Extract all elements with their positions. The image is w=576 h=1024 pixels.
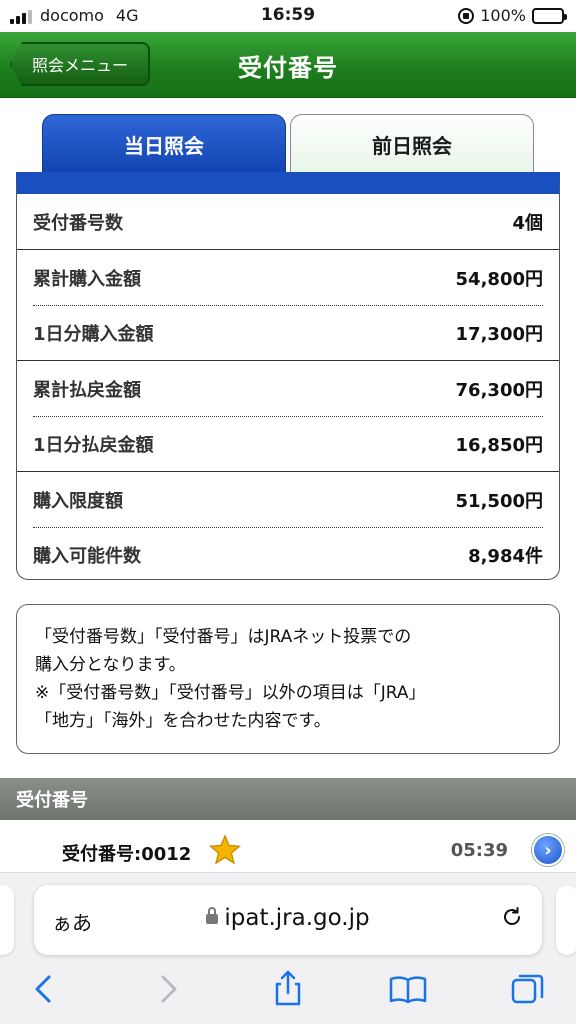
browser-bottom-bar: ぁあ ipat.jra.go.jp (0, 872, 576, 1024)
notice-box: 「受付番号数」「受付番号」はJRAネット投票での 購入分となります。 ※「受付番… (16, 604, 560, 754)
row-value: 51,500円 (455, 490, 543, 512)
address-bar[interactable]: ぁあ ipat.jra.go.jp (34, 885, 542, 955)
previous-tab-card[interactable] (0, 885, 14, 955)
orientation-lock-icon (458, 7, 475, 24)
notice-line: 「受付番号数」「受付番号」はJRAネット投票での (35, 627, 412, 647)
next-tab-card[interactable] (556, 885, 576, 955)
tabs-icon[interactable] (508, 969, 548, 1009)
summary-row: 累計購入金額 54,800円 (17, 250, 559, 305)
lock-icon (206, 907, 219, 924)
row-label: 受付番号数 (33, 212, 123, 234)
url-display[interactable]: ipat.jra.go.jp (34, 905, 542, 931)
tab-previous-day[interactable]: 前日照会 (290, 114, 534, 174)
summary-row: 購入限度額 51,500円 (17, 472, 559, 527)
receipt-time: 05:39 (450, 840, 508, 861)
tab-bar: 当日照会 前日照会 (16, 114, 560, 174)
summary-row: 1日分払戻金額 16,850円 (17, 416, 559, 471)
row-value: 16,850円 (455, 434, 543, 456)
battery-percent: 100% (480, 6, 526, 25)
notice-line: 購入分となります。 (35, 655, 186, 675)
tab-today[interactable]: 当日照会 (42, 114, 286, 174)
row-label: 1日分購入金額 (33, 323, 154, 345)
summary-row: 受付番号数 4個 (17, 194, 559, 249)
summary-row: 購入可能件数 8,984件 (17, 527, 559, 579)
summary-table: 受付番号数 4個 累計購入金額 54,800円 1日分購入金額 17,300円 … (16, 172, 560, 580)
receipt-number: 受付番号:0012 (62, 844, 192, 865)
row-label: 累計払戻金額 (33, 379, 141, 401)
bookmarks-icon[interactable] (388, 969, 428, 1009)
notice-line: 「地方」「海外」を合わせた内容です。 (35, 711, 331, 731)
row-value: 8,984件 (468, 545, 543, 567)
chevron-right-icon[interactable]: › (532, 834, 564, 866)
row-value: 17,300円 (455, 323, 543, 345)
summary-row: 1日分購入金額 17,300円 (17, 305, 559, 360)
browser-toolbar (0, 969, 576, 1019)
notice-line: ※「受付番号数」「受付番号」以外の項目は「JRA」 (35, 683, 426, 703)
forward-icon[interactable] (148, 969, 188, 1009)
row-label: 累計購入金額 (33, 268, 141, 290)
status-bar: docomo 4G 16:59 100% (0, 0, 576, 32)
page-title: 受付番号 (238, 54, 338, 82)
row-label: 1日分払戻金額 (33, 434, 154, 456)
row-label: 購入可能件数 (33, 545, 141, 567)
status-right: 100% (458, 6, 567, 25)
url-text: ipat.jra.go.jp (224, 905, 370, 931)
row-value: 54,800円 (455, 268, 543, 290)
summary-row: 累計払戻金額 76,300円 (17, 361, 559, 416)
back-icon[interactable] (24, 969, 64, 1009)
reload-icon[interactable] (500, 905, 524, 929)
battery-icon (532, 7, 567, 24)
app-header: 照会メニュー 受付番号 (0, 32, 576, 98)
share-icon[interactable] (268, 969, 308, 1009)
row-value: 76,300円 (455, 379, 543, 401)
section-header: 受付番号 (0, 778, 576, 820)
row-value: 4個 (512, 212, 543, 234)
receipt-list-item[interactable]: 受付番号:0012 05:39 › (0, 820, 576, 876)
row-label: 購入限度額 (33, 490, 123, 512)
star-icon (208, 834, 242, 865)
